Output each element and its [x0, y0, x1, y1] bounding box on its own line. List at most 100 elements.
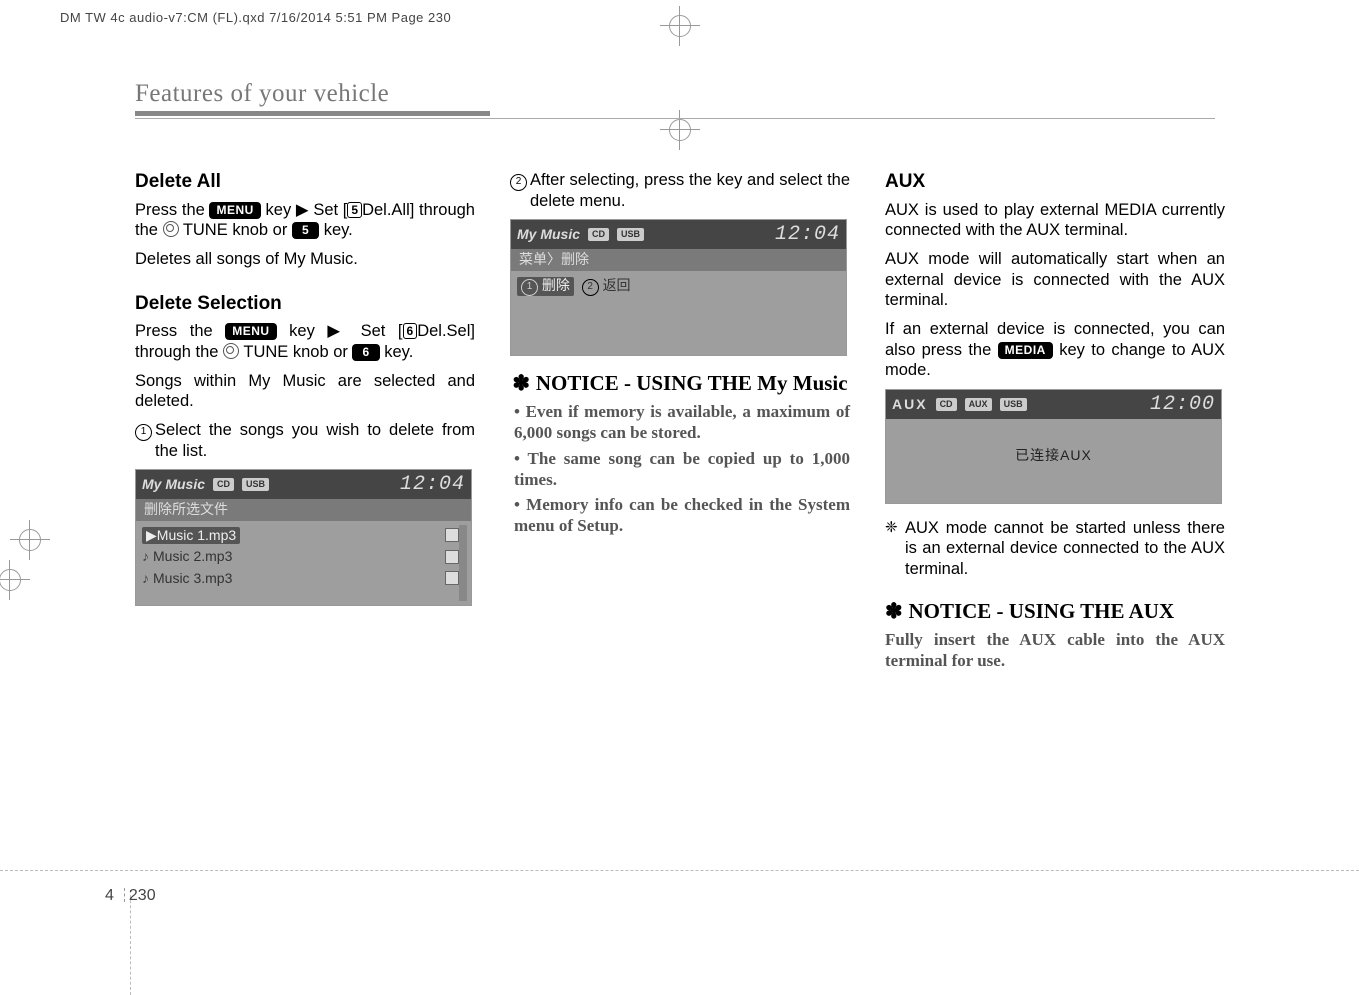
- aux-connected-text: 已连接AUX: [892, 423, 1215, 489]
- aux-footnote-text: AUX mode cannot be started unless there …: [905, 518, 1225, 580]
- lcd-mode-label: AUX: [892, 396, 928, 414]
- step-1-text: Select the songs you wish to delete from…: [155, 420, 475, 461]
- lcd-mymusic-menu: My Music CD USB 12:04 菜单〉删除 1 删除 2 返回: [510, 219, 847, 356]
- step-2: 2 After selecting, press the key and sel…: [510, 170, 850, 211]
- list-item: ♪Music 2.mp3: [142, 546, 465, 568]
- column-3: AUX AUX is used to play external MEDIA c…: [885, 170, 1225, 679]
- menu-key: MENU: [225, 323, 276, 340]
- notice-item: The same song can be copied up to 1,000 …: [514, 448, 850, 491]
- column-1: Delete All Press the MENU key ▶ Set [5De…: [135, 170, 475, 679]
- lcd-clock: 12:04: [400, 472, 465, 497]
- lcd-subtitle: 菜单〉删除: [511, 249, 846, 271]
- checkbox-icon: [445, 550, 459, 564]
- cd-indicator: CD: [213, 478, 234, 491]
- content-columns: Delete All Press the MENU key ▶ Set [5De…: [135, 170, 1225, 679]
- column-2: 2 After selecting, press the key and sel…: [510, 170, 850, 679]
- opt-num-1: 1: [521, 279, 538, 296]
- chapter-heading: Features of your vehicle: [135, 80, 490, 118]
- text: key ▶ Set [: [289, 322, 402, 340]
- fold-line-vertical: [130, 890, 131, 995]
- snowflake-icon: ❈: [885, 519, 898, 538]
- key-6: 6: [352, 344, 379, 361]
- notice-list: Even if memory is available, a maximum o…: [510, 401, 850, 537]
- notice-aux-body: Fully insert the AUX cable into the AUX …: [885, 629, 1225, 672]
- lcd-clock: 12:04: [775, 222, 840, 247]
- print-header: DM TW 4c audio-v7:CM (FL).qxd 7/16/2014 …: [60, 10, 451, 25]
- page-footer: 4 230: [105, 887, 156, 905]
- opt-2-label: 返回: [603, 277, 631, 293]
- lcd-titlebar: AUX CD AUX USB 12:00: [886, 390, 1221, 419]
- heading-delete-selection: Delete Selection: [135, 292, 475, 316]
- notice-asterisk-icon: ✽: [512, 372, 535, 395]
- step-2-text: After selecting, press the key and selec…: [530, 170, 850, 211]
- music-note-icon: ♪: [142, 570, 149, 588]
- tune-knob-icon: [163, 221, 179, 237]
- step-1: 1 Select the songs you wish to delete fr…: [135, 420, 475, 461]
- chapter-title: Features of your vehicle: [135, 80, 490, 111]
- opt-1-label: 删除: [542, 277, 570, 293]
- notice-asterisk-icon: ✽: [885, 600, 908, 623]
- text: key.: [380, 343, 414, 361]
- heading-aux: AUX: [885, 170, 1225, 194]
- heading-delete-all: Delete All: [135, 170, 475, 194]
- song-name: Music 2.mp3: [153, 548, 232, 566]
- lcd-body: ▶Music 1.mp3 ♪Music 2.mp3 ♪Music 3.mp3: [136, 521, 471, 605]
- lcd-body: 已连接AUX: [886, 419, 1221, 503]
- music-note-icon: ♪: [142, 548, 149, 566]
- key-5: 5: [292, 222, 319, 239]
- lcd-body: 1 删除 2 返回: [511, 271, 846, 355]
- opt-num-2: 2: [582, 279, 599, 296]
- step-number-2: 2: [510, 174, 527, 191]
- checkbox-icon: [445, 528, 459, 542]
- menu-key: MENU: [209, 202, 260, 219]
- notice-item: Memory info can be checked in the System…: [514, 494, 850, 537]
- step-number-1: 1: [135, 424, 152, 441]
- aux-para-1: AUX is used to play external MEDIA curre…: [885, 200, 1225, 241]
- lcd-titlebar: My Music CD USB 12:04: [136, 470, 471, 499]
- section-number: 4: [105, 887, 114, 904]
- lcd-mode-label: My Music: [142, 476, 205, 494]
- scrollbar: [459, 525, 467, 601]
- text: key ▶ Set [: [266, 201, 348, 219]
- usb-indicator: USB: [242, 478, 269, 491]
- registration-mark-top: [660, 6, 700, 46]
- registration-mark-bottom: [660, 110, 700, 150]
- notice-item: Even if memory is available, a maximum o…: [514, 401, 850, 444]
- lcd-mymusic-list: My Music CD USB 12:04 删除所选文件 ▶Music 1.mp…: [135, 469, 472, 606]
- notice-heading-aux: ✽ NOTICE - USING THE AUX: [885, 598, 1225, 625]
- list-item: ♪Music 3.mp3: [142, 568, 465, 590]
- registration-mark-left: [10, 520, 50, 560]
- aux-indicator: AUX: [965, 398, 992, 411]
- lcd-aux: AUX CD AUX USB 12:00 已连接AUX: [885, 389, 1222, 504]
- fold-line-horizontal: [0, 870, 1359, 871]
- list-item: ▶Music 1.mp3: [142, 525, 465, 547]
- song-name: Music 3.mp3: [153, 570, 232, 588]
- lcd-clock: 12:00: [1150, 392, 1215, 417]
- text: TUNE knob or: [179, 221, 292, 239]
- page-number: 230: [129, 887, 156, 904]
- text: Press the: [135, 322, 225, 340]
- cd-indicator: CD: [588, 228, 609, 241]
- notice-heading-mymusic: ✽ NOTICE - USING THE My Music: [510, 370, 850, 397]
- lcd-mode-label: My Music: [517, 226, 580, 244]
- delete-sel-para-2: Songs within My Music are selected and d…: [135, 371, 475, 412]
- text: TUNE knob or: [239, 343, 352, 361]
- tune-knob-icon: [223, 343, 239, 359]
- checkbox-icon: [445, 571, 459, 585]
- usb-indicator: USB: [617, 228, 644, 241]
- lcd-titlebar: My Music CD USB 12:04: [511, 220, 846, 249]
- lcd-subtitle: 删除所选文件: [136, 499, 471, 521]
- aux-para-2: AUX mode will automatically start when a…: [885, 249, 1225, 311]
- notice-title-text: NOTICE - USING THE AUX: [908, 599, 1174, 623]
- usb-indicator: USB: [1000, 398, 1027, 411]
- song-name: Music 1.mp3: [157, 527, 236, 543]
- media-key: MEDIA: [998, 342, 1053, 359]
- text: Press the: [135, 201, 209, 219]
- text: key.: [319, 221, 353, 239]
- delete-all-para-1: Press the MENU key ▶ Set [5Del.All] thro…: [135, 200, 475, 241]
- option-5-icon: 5: [347, 202, 362, 218]
- menu-row: 1 删除 2 返回: [517, 275, 840, 298]
- cd-indicator: CD: [936, 398, 957, 411]
- registration-mark-right: [0, 560, 30, 600]
- aux-para-3: If an external device is connected, you …: [885, 319, 1225, 381]
